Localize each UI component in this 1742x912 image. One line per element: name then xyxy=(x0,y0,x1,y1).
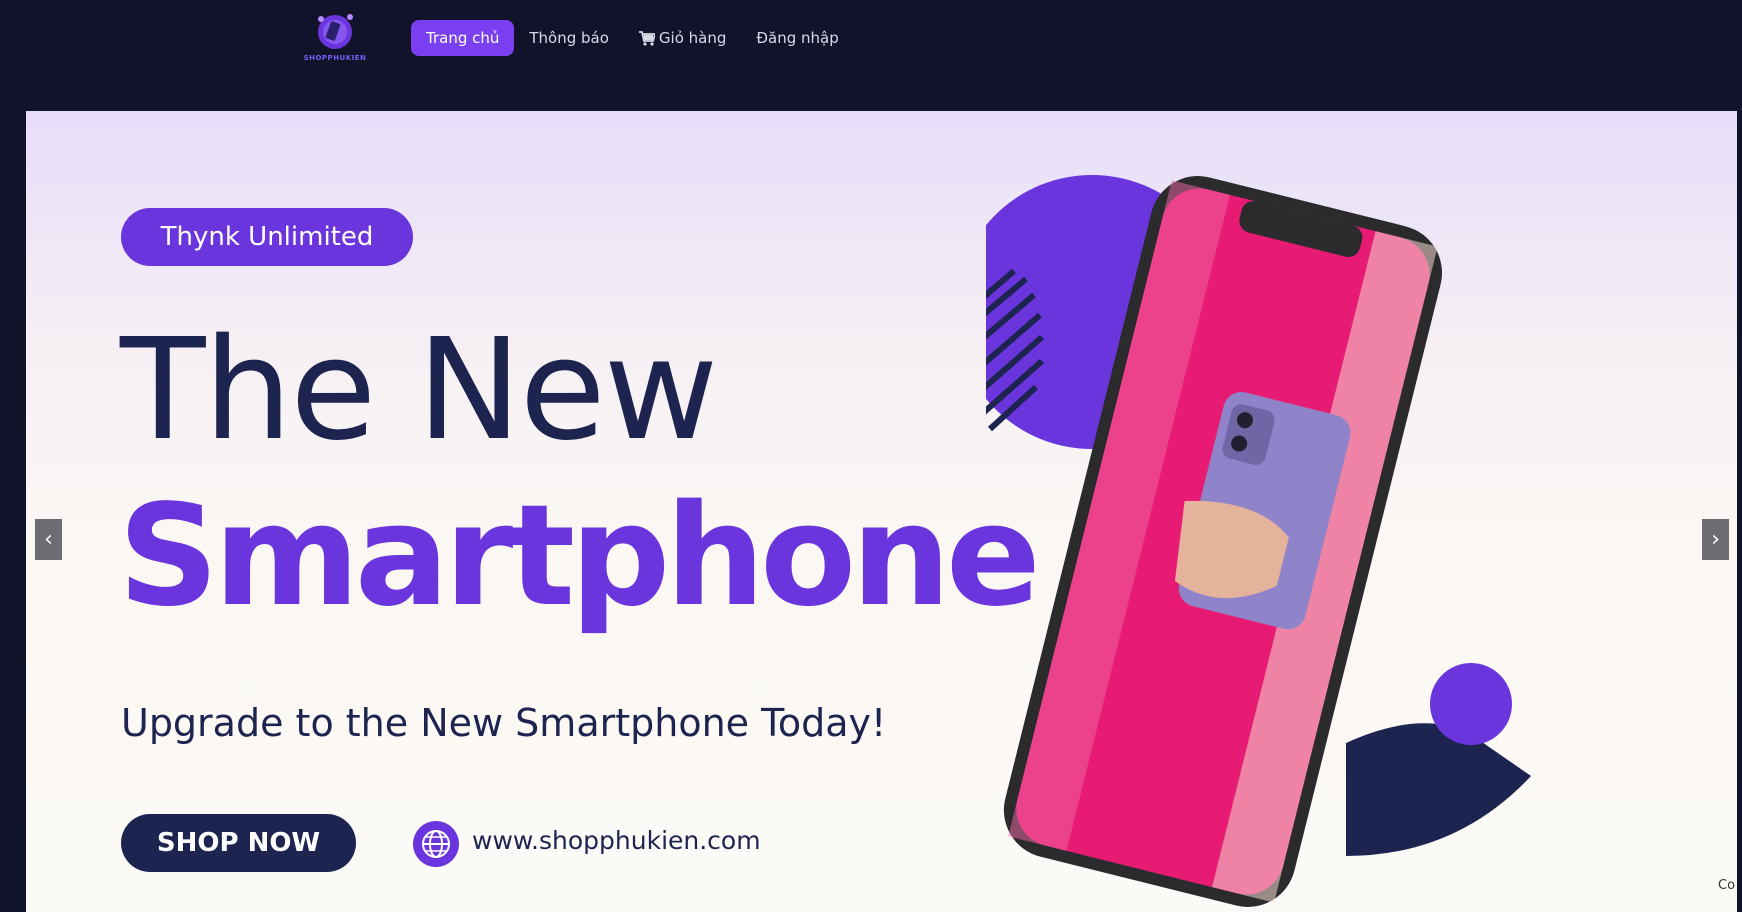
nav-item-label: Đăng nhập xyxy=(756,29,839,47)
hero-title-line2: Smartphone xyxy=(118,475,1041,638)
hero-title-line1: The New xyxy=(120,309,718,472)
brand-badge: Thynk Unlimited xyxy=(121,208,413,266)
hero-banner[interactable]: Thynk Unlimited The New Smartphone Upgra… xyxy=(26,111,1737,912)
logo-text: SHOPPHUKIEN xyxy=(303,54,367,62)
carousel-next-button[interactable]: › xyxy=(1702,519,1729,560)
globe-icon xyxy=(413,821,459,867)
nav-item-label: Trang chủ xyxy=(426,29,500,47)
nav-item-cart[interactable]: Giỏ hàng xyxy=(624,20,741,56)
corner-text: Co xyxy=(1718,878,1736,893)
phone-illustration xyxy=(986,175,1531,907)
main-nav: Trang chủ Thông báo Giỏ hàng Đăng nhập xyxy=(411,20,854,56)
nav-item-login[interactable]: Đăng nhập xyxy=(741,20,853,56)
shop-logo[interactable]: SHOPPHUKIEN xyxy=(300,10,370,66)
hero-subtitle: Upgrade to the New Smartphone Today! xyxy=(121,701,887,745)
website-url: www.shopphukien.com xyxy=(472,826,761,855)
nav-item-label: Thông báo xyxy=(529,29,609,47)
top-navbar: SHOPPHUKIEN Trang chủ Thông báo Giỏ hàng… xyxy=(0,0,1742,111)
navy-shape xyxy=(1346,723,1531,856)
nav-item-label: Giỏ hàng xyxy=(658,29,727,47)
logo-icon xyxy=(318,14,353,49)
purple-circle-small xyxy=(1430,663,1512,745)
nav-item-notifications[interactable]: Thông báo xyxy=(514,20,624,56)
cart-icon xyxy=(638,30,655,46)
shop-now-button[interactable]: SHOP NOW xyxy=(121,814,356,872)
nav-item-home[interactable]: Trang chủ xyxy=(411,20,515,56)
carousel-prev-button[interactable]: ‹ xyxy=(35,519,62,560)
